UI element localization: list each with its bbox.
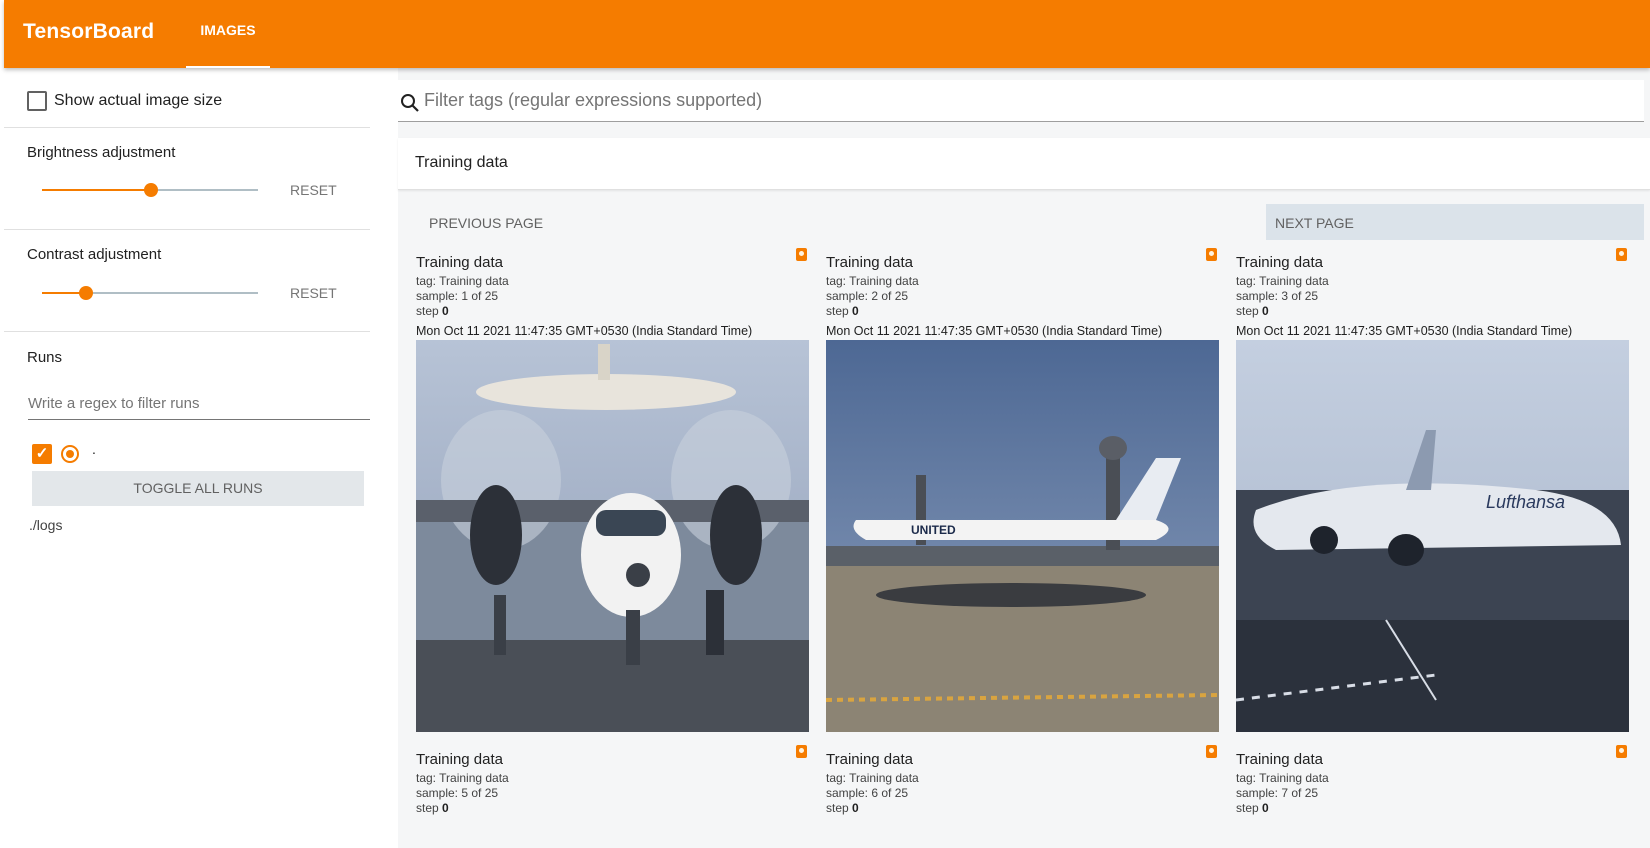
run-name: . xyxy=(92,441,96,457)
next-page-button[interactable]: NEXT PAGE xyxy=(1266,204,1644,240)
search-icon xyxy=(401,94,419,112)
group-title: Training data xyxy=(415,154,508,171)
tab-images-label: IMAGES xyxy=(200,22,256,38)
card-tag: tag: Training data xyxy=(416,771,509,785)
card-tag: tag: Training data xyxy=(1236,771,1329,785)
card-step-label: step xyxy=(826,801,849,815)
run-radio[interactable] xyxy=(61,445,79,463)
card-step-label: step xyxy=(1236,801,1259,815)
contrast-slider-thumb[interactable] xyxy=(79,286,93,300)
contrast-section: Contrast adjustment RESET xyxy=(4,230,370,332)
main-panel: Filter tags (regular expressions support… xyxy=(398,68,1650,848)
sidebar: Show actual image size Brightness adjust… xyxy=(4,68,400,848)
card-step-value: 0 xyxy=(852,304,859,318)
card-step-label: step xyxy=(416,801,439,815)
card-step: step 0 xyxy=(416,304,449,318)
card-tag: tag: Training data xyxy=(1236,274,1329,288)
tag-filter[interactable]: Filter tags (regular expressions support… xyxy=(398,80,1644,122)
card-title: Training data xyxy=(416,751,503,768)
app-brand[interactable]: TensorBoard xyxy=(23,20,154,44)
brightness-slider-fill xyxy=(42,189,150,191)
image-icon[interactable] xyxy=(796,248,807,261)
card-step-value: 0 xyxy=(1262,304,1269,318)
card-step-value: 0 xyxy=(442,801,449,815)
group-header[interactable]: Training data xyxy=(398,138,1650,190)
toggle-all-runs-button[interactable]: TOGGLE ALL RUNS xyxy=(32,471,364,506)
card-tag: tag: Training data xyxy=(416,274,509,288)
card-timestamp: Mon Oct 11 2021 11:47:35 GMT+0530 (India… xyxy=(1236,324,1573,338)
card-title: Training data xyxy=(826,254,913,271)
card-sample: sample: 6 of 25 xyxy=(826,786,909,800)
card-step: step 0 xyxy=(826,304,859,318)
card-tag: tag: Training data xyxy=(826,274,919,288)
show-actual-size-section: Show actual image size xyxy=(4,68,370,128)
image-icon[interactable] xyxy=(796,745,807,758)
show-actual-size-label: Show actual image size xyxy=(54,92,223,109)
card-step: step 0 xyxy=(1236,304,1269,318)
previous-page-button[interactable]: PREVIOUS PAGE xyxy=(429,215,543,231)
contrast-reset-button[interactable]: RESET xyxy=(290,285,337,301)
run-radio-dot xyxy=(66,450,74,458)
image-icon[interactable] xyxy=(1206,248,1217,261)
image-icon[interactable] xyxy=(1206,745,1217,758)
card-title: Training data xyxy=(416,254,503,271)
card-step-value: 0 xyxy=(442,304,449,318)
card-step-label: step xyxy=(826,304,849,318)
card-sample: sample: 2 of 25 xyxy=(826,289,909,303)
card-title: Training data xyxy=(1236,254,1323,271)
tab-images[interactable]: IMAGES xyxy=(186,0,270,68)
sample-image[interactable]: UNITED xyxy=(826,340,1219,732)
sample-image[interactable] xyxy=(416,340,809,732)
card-tag: tag: Training data xyxy=(826,771,919,785)
tag-filter-placeholder: Filter tags (regular expressions support… xyxy=(424,90,763,110)
card-sample: sample: 3 of 25 xyxy=(1236,289,1319,303)
contrast-label: Contrast adjustment xyxy=(27,246,162,263)
card-step-value: 0 xyxy=(852,801,859,815)
card-title: Training data xyxy=(826,751,913,768)
show-actual-size-checkbox[interactable] xyxy=(27,91,47,111)
card-step-label: step xyxy=(416,304,439,318)
card-sample: sample: 5 of 25 xyxy=(416,786,499,800)
card-timestamp: Mon Oct 11 2021 11:47:35 GMT+0530 (India… xyxy=(826,324,1163,338)
active-tab-indicator xyxy=(186,66,270,68)
card-step: step 0 xyxy=(416,801,449,815)
card-step: step 0 xyxy=(1236,801,1269,815)
top-app-bar: TensorBoard IMAGES xyxy=(4,0,1650,68)
card-step-value: 0 xyxy=(1262,801,1269,815)
image-icon[interactable] xyxy=(1616,745,1627,758)
runs-title: Runs xyxy=(27,349,63,366)
runs-filter-input[interactable]: Write a regex to filter runs xyxy=(28,390,370,420)
brightness-slider-thumb[interactable] xyxy=(144,183,158,197)
brightness-label: Brightness adjustment xyxy=(27,144,176,161)
card-sample: sample: 7 of 25 xyxy=(1236,786,1319,800)
card-timestamp: Mon Oct 11 2021 11:47:35 GMT+0530 (India… xyxy=(416,324,753,338)
image-icon[interactable] xyxy=(1616,248,1627,261)
card-title: Training data xyxy=(1236,751,1323,768)
brightness-reset-button[interactable]: RESET xyxy=(290,182,337,198)
log-directory: ./logs xyxy=(29,517,63,533)
svg-text:UNITED: UNITED xyxy=(911,523,956,537)
svg-text:Lufthansa: Lufthansa xyxy=(1486,492,1565,512)
card-step: step 0 xyxy=(826,801,859,815)
card-step-label: step xyxy=(1236,304,1259,318)
card-sample: sample: 1 of 25 xyxy=(416,289,499,303)
run-checkbox[interactable]: ✓ xyxy=(32,444,52,464)
brightness-section: Brightness adjustment RESET xyxy=(4,128,370,230)
sample-image[interactable]: Lufthansa xyxy=(1236,340,1629,732)
